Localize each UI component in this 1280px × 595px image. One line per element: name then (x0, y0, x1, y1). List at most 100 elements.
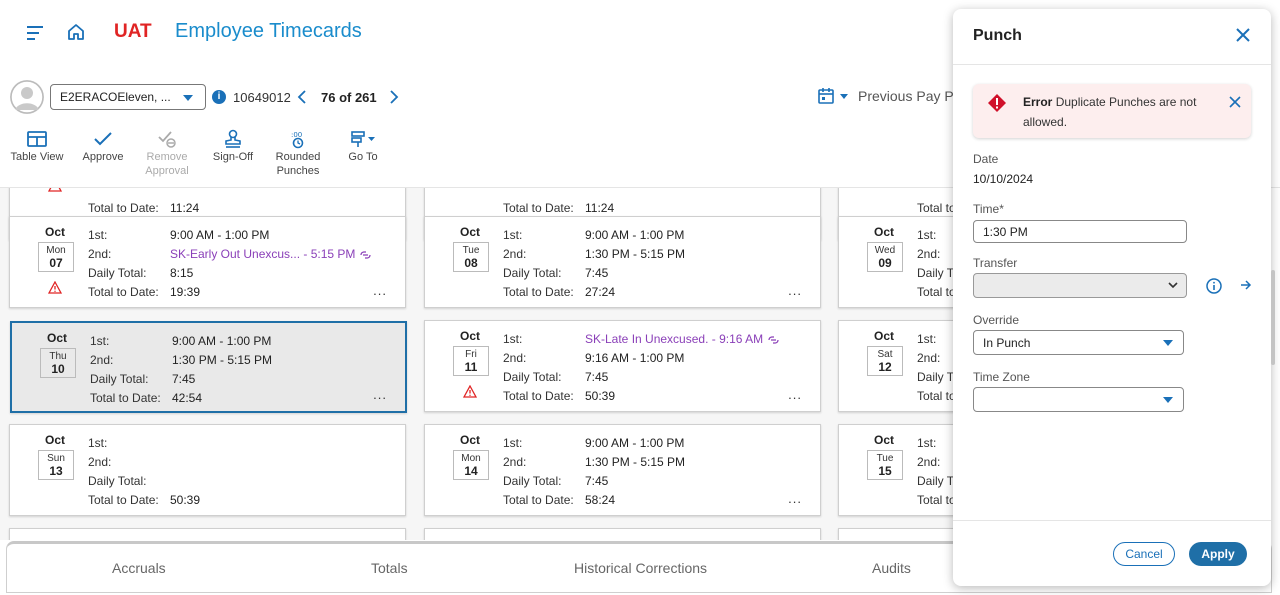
home-icon[interactable] (66, 22, 86, 42)
override-select[interactable]: In Punch (973, 330, 1184, 355)
day-number: 14 (464, 464, 478, 478)
approve-button[interactable]: Approve (80, 128, 126, 164)
pay-period-selector[interactable]: Previous Pay P (858, 88, 954, 104)
transfer-select[interactable] (973, 273, 1187, 298)
next-employee-icon[interactable] (387, 88, 401, 106)
second-punch-label: 2nd: (917, 455, 941, 469)
daily-total-label: Daily Total: (90, 372, 149, 386)
day-card-partial[interactable] (9, 528, 406, 540)
checkmark-icon (94, 132, 112, 146)
day-card-partial[interactable] (424, 528, 821, 540)
go-to-icon (351, 131, 375, 147)
second-punch-label: 2nd: (503, 247, 527, 261)
day-card-selected[interactable]: Oct Thu 10 1st: 9:00 AM - 1:00 PM 2nd: 1:… (10, 321, 407, 413)
exception-time[interactable]: - 5:15 PM (300, 247, 355, 261)
day-card[interactable]: Oct Sat12 1st: 2nd: Daily Total: Total t… (838, 320, 960, 412)
total-to-date-label: Total to Date: (88, 201, 159, 215)
total-to-date-label: Total to Date: (503, 389, 574, 403)
first-punch-value[interactable]: SK-Late In Unexcused. - 9:16 AM (585, 332, 779, 346)
first-punch-value[interactable]: 9:00 AM - 1:00 PM (170, 228, 269, 242)
cancel-button[interactable]: Cancel (1113, 542, 1175, 566)
total-to-date-value: 50:39 (170, 493, 201, 507)
go-to-button[interactable]: Go To (340, 128, 386, 164)
panel-footer-divider (953, 520, 1271, 521)
first-punch-value[interactable]: 9:00 AM - 1:00 PM (585, 436, 684, 450)
apply-button[interactable]: Apply (1189, 542, 1247, 566)
day-card[interactable]: Oct Mon 14 1st: 9:00 AM - 1:00 PM 2nd: 1:… (424, 424, 821, 516)
hamburger-menu-icon[interactable] (26, 24, 46, 42)
panel-title: Punch (973, 27, 1022, 44)
total-to-date-label: Total to Date: (503, 201, 574, 215)
link-icon (360, 251, 372, 259)
go-to-label: Go To (348, 151, 378, 163)
remove-approval-icon (158, 131, 176, 148)
remove-approval-label-2: Approval (145, 165, 189, 177)
rounded-punches-button[interactable]: :00 Rounded Punches (272, 128, 324, 178)
day-number: 07 (49, 256, 63, 270)
daily-total-label: Daily Total: (88, 266, 147, 280)
more-options-icon[interactable]: ... (788, 492, 802, 505)
first-punch-value[interactable]: 9:00 AM - 1:00 PM (172, 334, 271, 348)
day-number: 15 (878, 464, 892, 478)
employee-select[interactable]: E2ERACOEleven, ... (50, 84, 206, 110)
punch-panel: Punch Error Duplicate Punches are not al… (953, 9, 1271, 586)
arrow-right-icon[interactable] (1240, 279, 1252, 291)
total-to-date-value: 11:24 (170, 201, 200, 215)
employee-id: 10649012 (233, 90, 291, 105)
caret-down-icon (1163, 340, 1173, 346)
day-card[interactable]: Oct Mon 07 1st: 9:00 AM - 1:00 PM 2nd: SK… (9, 216, 406, 308)
day-month: Oct (460, 433, 481, 447)
caret-down-icon (1163, 397, 1173, 403)
rounded-punches-label-2: Punches (276, 165, 320, 177)
day-month: Oct (874, 225, 895, 239)
remove-approval-button[interactable]: Remove Approval (140, 128, 194, 178)
more-options-icon[interactable]: ... (373, 388, 387, 401)
more-options-icon[interactable]: ... (373, 284, 387, 297)
sign-off-button[interactable]: Sign-Off (210, 128, 256, 164)
day-badge: Mon 14 (453, 450, 489, 480)
second-punch-value[interactable]: 1:30 PM - 5:15 PM (585, 247, 685, 261)
total-to-date-value: 11:24 (585, 201, 615, 215)
date-label: Date (973, 152, 999, 166)
day-card[interactable]: Oct Wed09 1st: 2nd: Daily Total: Total t… (838, 216, 960, 308)
tab-historical-corrections[interactable]: Historical Corrections (574, 560, 707, 576)
day-card[interactable]: Oct Tue 08 1st: 9:00 AM - 1:00 PM 2nd: 1:… (424, 216, 821, 308)
dismiss-error-icon[interactable] (1229, 96, 1241, 108)
calendar-icon[interactable] (817, 87, 835, 105)
table-view-button[interactable]: Table View (8, 128, 66, 164)
time-input[interactable]: 1:30 PM (973, 220, 1187, 243)
day-number: 09 (878, 256, 892, 270)
scrollbar[interactable] (1271, 270, 1275, 365)
second-punch-label: 2nd: (503, 351, 527, 365)
info-icon[interactable]: i (212, 90, 226, 104)
first-punch-label: 1st: (503, 332, 523, 346)
day-card[interactable]: Oct Sun 13 1st: 2nd: Daily Total: Total t… (9, 424, 406, 516)
tab-audits[interactable]: Audits (872, 560, 911, 576)
exception-time[interactable]: - 9:16 AM (708, 332, 763, 346)
more-options-icon[interactable]: ... (788, 388, 802, 401)
second-punch-value[interactable]: SK-Early Out Unexcus... - 5:15 PM (170, 247, 372, 261)
previous-employee-icon[interactable] (295, 88, 309, 106)
day-card[interactable]: Oct Fri 11 1st: SK-Late In Unexcused. - 9… (424, 320, 821, 412)
total-to-date-label: Total to Date: (503, 285, 574, 299)
more-options-icon[interactable]: ... (788, 284, 802, 297)
time-label: Time* (973, 202, 1004, 216)
first-punch-value[interactable]: 9:00 AM - 1:00 PM (585, 228, 684, 242)
day-card-partial[interactable] (838, 528, 960, 540)
error-icon (988, 94, 1006, 112)
calendar-caret-icon[interactable] (840, 94, 848, 99)
second-punch-value[interactable]: 9:16 AM - 1:00 PM (585, 351, 684, 365)
tab-accruals[interactable]: Accruals (112, 560, 166, 576)
second-punch-value[interactable]: 1:30 PM - 5:15 PM (585, 455, 685, 469)
second-punch-value[interactable]: 1:30 PM - 5:15 PM (172, 353, 272, 367)
exception-label[interactable]: SK-Early Out Unexcus... (170, 247, 300, 261)
tab-totals[interactable]: Totals (371, 560, 408, 576)
day-number: 11 (464, 360, 478, 374)
time-zone-select[interactable] (973, 387, 1184, 412)
day-card[interactable]: Oct Tue15 1st: 2nd: Daily Total: Total t… (838, 424, 960, 516)
exception-label[interactable]: SK-Late In Unexcused. (585, 332, 708, 346)
total-to-date-label: Total to Date: (90, 391, 161, 405)
close-icon[interactable] (1235, 27, 1251, 43)
warning-icon (463, 385, 477, 398)
info-circle-icon[interactable] (1206, 278, 1222, 294)
